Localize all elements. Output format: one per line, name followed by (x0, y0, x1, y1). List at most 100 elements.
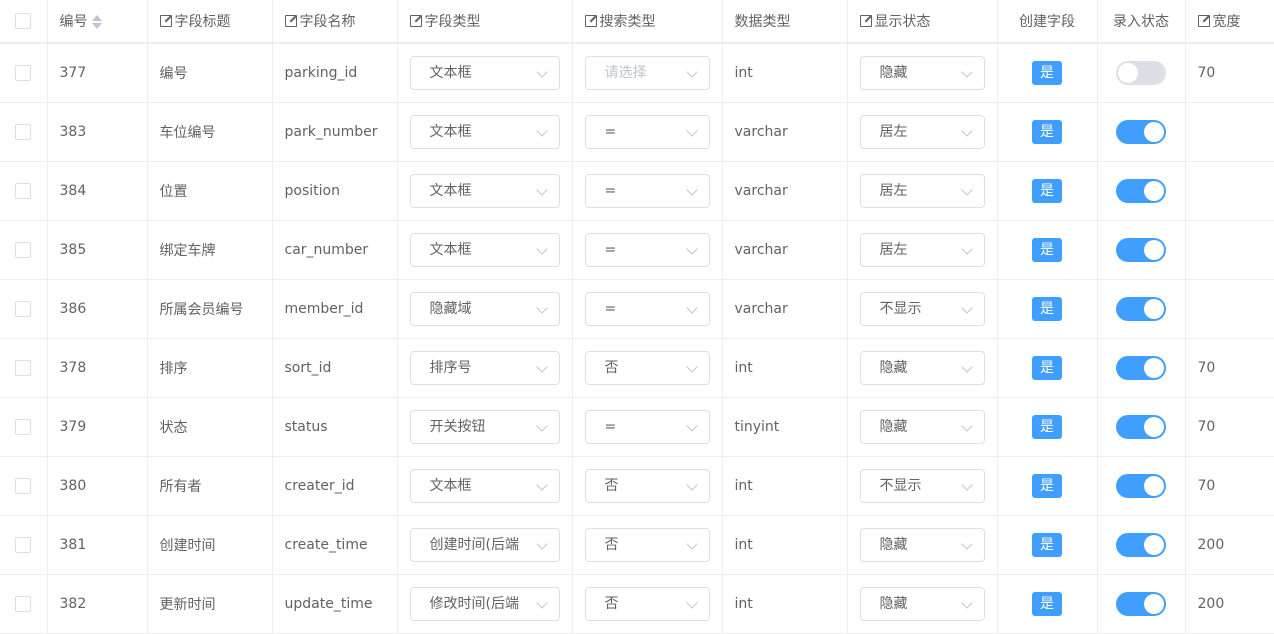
field-type-select[interactable]: 文本框 (409, 469, 560, 503)
field-type-select[interactable]: 隐藏域 (409, 292, 560, 326)
display-status-select[interactable]: 不显示 (859, 292, 985, 326)
cell-id: 383 (47, 102, 148, 162)
field-type-select[interactable]: 修改时间(后端 (409, 587, 560, 621)
display-status-select[interactable]: 居左 (859, 115, 985, 149)
cell-width (1185, 220, 1274, 280)
cell-field-name: position (272, 161, 398, 221)
field-type-select[interactable]: 创建时间(后端 (409, 528, 560, 562)
row-checkbox[interactable] (15, 242, 32, 258)
chevron-down-icon (685, 125, 698, 137)
search-type-select[interactable]: 否 (584, 351, 710, 385)
cell-create-field: 是 (997, 161, 1098, 221)
chevron-down-icon (685, 538, 698, 550)
row-checkbox[interactable] (15, 596, 32, 612)
search-type-select[interactable]: 请选择 (584, 56, 710, 90)
search-type-select[interactable]: = (584, 410, 710, 444)
row-checkbox[interactable] (15, 419, 32, 435)
row-checkbox[interactable] (15, 360, 32, 376)
header-id[interactable]: 编号 (47, 0, 148, 44)
search-type-select[interactable]: 否 (584, 587, 710, 621)
display-status-select[interactable]: 隐藏 (859, 56, 985, 90)
chevron-down-icon (535, 302, 548, 314)
row-checkbox[interactable] (15, 537, 32, 553)
create-field-badge[interactable]: 是 (1032, 356, 1062, 380)
display-status-select[interactable]: 不显示 (859, 469, 985, 503)
entry-status-switch[interactable] (1116, 533, 1166, 557)
chevron-down-icon (535, 479, 548, 491)
display-status-select[interactable]: 隐藏 (859, 351, 985, 385)
search-type-select[interactable]: = (584, 115, 710, 149)
table-row: 379 状态 status 开关按钮 = tinyint 隐藏 是 70 (0, 397, 1274, 457)
cell-search-type-wrap: 否 (572, 338, 723, 398)
chevron-down-icon (535, 66, 548, 78)
row-checkbox[interactable] (15, 301, 32, 317)
row-select-cell (0, 338, 48, 398)
cell-id: 378 (47, 338, 148, 398)
cell-create-field: 是 (997, 574, 1098, 634)
search-type-select[interactable]: = (584, 292, 710, 326)
field-type-value: 开关按钮 (429, 419, 486, 435)
create-field-badge[interactable]: 是 (1032, 474, 1062, 498)
field-type-select[interactable]: 排序号 (409, 351, 560, 385)
row-select-cell (0, 397, 48, 457)
field-type-select[interactable]: 开关按钮 (409, 410, 560, 444)
display-status-value: 不显示 (879, 478, 922, 494)
cell-display-wrap: 居左 (847, 161, 998, 221)
field-type-value: 文本框 (429, 124, 472, 140)
entry-status-switch[interactable] (1116, 238, 1166, 262)
field-type-select[interactable]: 文本框 (409, 115, 560, 149)
field-type-select[interactable]: 文本框 (409, 233, 560, 267)
entry-status-switch[interactable] (1116, 120, 1166, 144)
cell-display-wrap: 隐藏 (847, 515, 998, 575)
chevron-down-icon (960, 125, 973, 137)
cell-field-type-wrap: 排序号 (397, 338, 573, 398)
chevron-down-icon (960, 597, 973, 609)
cell-search-type-wrap: = (572, 397, 723, 457)
cell-search-type-wrap: = (572, 220, 723, 280)
search-type-select[interactable]: = (584, 233, 710, 267)
entry-status-switch[interactable] (1116, 297, 1166, 321)
cell-entry-status (1097, 574, 1186, 634)
create-field-badge[interactable]: 是 (1032, 297, 1062, 321)
create-field-badge[interactable]: 是 (1032, 179, 1062, 203)
search-type-select[interactable]: 否 (584, 528, 710, 562)
cell-search-type-wrap: = (572, 161, 723, 221)
search-type-select[interactable]: 否 (584, 469, 710, 503)
select-all-checkbox[interactable] (15, 13, 32, 29)
create-field-badge[interactable]: 是 (1032, 61, 1062, 85)
create-field-badge[interactable]: 是 (1032, 120, 1062, 144)
field-type-select[interactable]: 文本框 (409, 56, 560, 90)
create-field-badge[interactable]: 是 (1032, 533, 1062, 557)
create-field-badge[interactable]: 是 (1032, 238, 1062, 262)
row-checkbox[interactable] (15, 478, 32, 494)
display-status-select[interactable]: 居左 (859, 174, 985, 208)
chevron-down-icon (685, 302, 698, 314)
cell-field-title: 编号 (147, 43, 273, 103)
header-search-type-label: 搜索类型 (599, 14, 656, 30)
row-checkbox[interactable] (15, 124, 32, 140)
display-status-select[interactable]: 隐藏 (859, 410, 985, 444)
display-status-select[interactable]: 隐藏 (859, 528, 985, 562)
header-field-name-label: 字段名称 (299, 14, 356, 30)
entry-status-switch[interactable] (1116, 415, 1166, 439)
entry-status-switch[interactable] (1116, 179, 1166, 203)
row-checkbox[interactable] (15, 183, 32, 199)
header-width-label: 宽度 (1212, 14, 1241, 30)
create-field-badge[interactable]: 是 (1032, 415, 1062, 439)
chevron-down-icon (685, 184, 698, 196)
entry-status-switch[interactable] (1116, 356, 1166, 380)
cell-width: 70 (1185, 43, 1274, 103)
chevron-down-icon (960, 243, 973, 255)
entry-status-switch[interactable] (1116, 474, 1166, 498)
search-type-select[interactable]: = (584, 174, 710, 208)
display-status-select[interactable]: 居左 (859, 233, 985, 267)
cell-field-type-wrap: 文本框 (397, 102, 573, 162)
create-field-badge[interactable]: 是 (1032, 592, 1062, 616)
entry-status-switch[interactable] (1116, 592, 1166, 616)
display-status-select[interactable]: 隐藏 (859, 587, 985, 621)
row-checkbox[interactable] (15, 65, 32, 81)
field-type-select[interactable]: 文本框 (409, 174, 560, 208)
sort-icon[interactable] (91, 14, 102, 30)
cell-search-type-wrap: 请选择 (572, 43, 723, 103)
entry-status-switch[interactable] (1116, 61, 1166, 85)
